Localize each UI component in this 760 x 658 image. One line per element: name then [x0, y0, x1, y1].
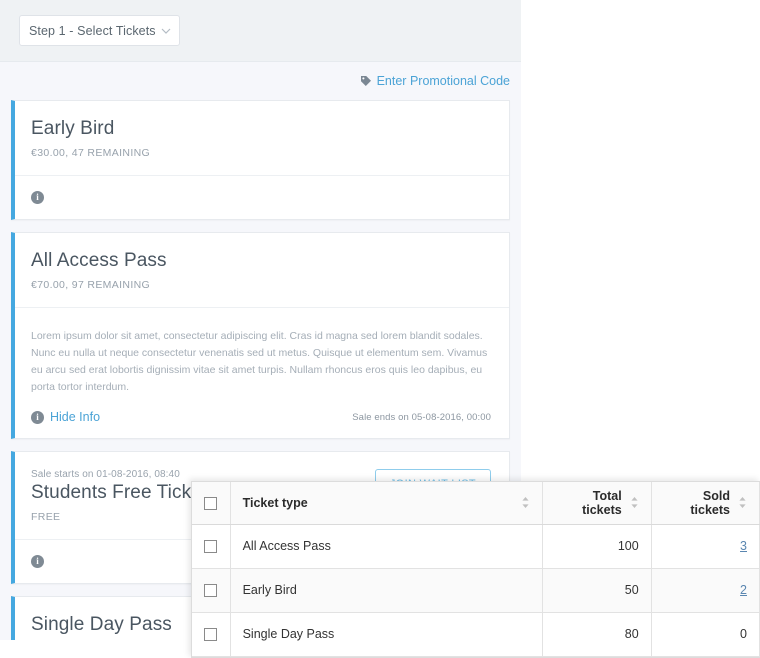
table-row[interactable]: Early Bird 50 2: [192, 568, 760, 613]
table-row[interactable]: Single Day Pass 80 0: [192, 612, 760, 657]
ticket-description-text: Lorem ipsum dolor sit amet, consectetur …: [31, 330, 488, 393]
ticket-title: Early Bird: [31, 118, 115, 139]
cell-ticket-type: Single Day Pass: [230, 612, 544, 657]
column-header-total-tickets[interactable]: Total tickets: [542, 482, 652, 525]
ticket-card-header: Early Bird €30.00, 47 REMAINING: [15, 101, 509, 175]
table-body: All Access Pass 100 3 Early Bird 50 2 Si…: [192, 524, 760, 657]
step-select-value: Step 1 - Select Tickets: [29, 23, 156, 38]
sort-updown-icon[interactable]: [738, 496, 747, 509]
row-checkbox[interactable]: [204, 584, 218, 598]
hide-info-label: Hide Info: [50, 410, 101, 424]
sort-updown-icon[interactable]: [630, 496, 639, 509]
ticket-description-panel: Lorem ipsum dolor sit amet, consectetur …: [15, 307, 509, 438]
row-select-cell: [192, 612, 231, 657]
cell-ticket-type: All Access Pass: [230, 524, 544, 569]
row-select-cell: [192, 568, 231, 613]
info-icon[interactable]: i: [31, 555, 44, 568]
table-row[interactable]: All Access Pass 100 3: [192, 524, 760, 569]
step-bar: Step 1 - Select Tickets: [0, 0, 521, 62]
ticket-card[interactable]: Early Bird €30.00, 47 REMAINING i: [11, 100, 510, 220]
ticket-price: €70.00, 97 REMAINING: [31, 279, 151, 291]
row-checkbox[interactable]: [204, 540, 218, 554]
tag-icon: [360, 75, 372, 87]
promo-row: Enter Promotional Code: [0, 62, 521, 100]
select-all-header-cell: [192, 482, 231, 525]
ticket-card-header: All Access Pass €70.00, 97 REMAINING: [15, 233, 509, 307]
info-icon: i: [31, 410, 44, 424]
ticket-price: €30.00, 47 REMAINING: [31, 147, 151, 159]
enter-promotional-code-link[interactable]: Enter Promotional Code: [360, 74, 510, 88]
select-all-checkbox[interactable]: [204, 496, 218, 510]
cell-ticket-type: Early Bird: [230, 568, 544, 613]
column-header-label: Ticket type: [242, 495, 308, 510]
cell-sold-tickets: 3: [651, 524, 760, 569]
ticket-types-table: Ticket type Total tickets Sold tickets A…: [192, 482, 760, 657]
ticket-types-table-panel: Ticket type Total tickets Sold tickets A…: [191, 481, 760, 658]
hide-info-link[interactable]: i Hide Info: [31, 410, 100, 424]
cell-total-tickets: 80: [542, 612, 652, 657]
cell-sold-tickets: 2: [651, 568, 760, 613]
ticket-card[interactable]: All Access Pass €70.00, 97 REMAINING Lor…: [11, 232, 510, 439]
cell-total-tickets: 100: [542, 524, 652, 569]
ticket-title: All Access Pass: [31, 250, 167, 271]
step-select-dropdown[interactable]: Step 1 - Select Tickets: [19, 15, 180, 46]
chevron-down-icon: [161, 26, 171, 35]
column-header-ticket-type[interactable]: Ticket type: [230, 482, 544, 525]
ticket-description-footer: i Hide Info Sale ends on 05-08-2016, 00:…: [31, 410, 491, 424]
cell-total-tickets: 50: [542, 568, 652, 613]
sold-tickets-link[interactable]: 2: [740, 583, 747, 597]
table-header-row: Ticket type Total tickets Sold tickets: [192, 482, 760, 525]
cell-sold-tickets: 0: [651, 612, 760, 657]
ticket-card-footer: i: [15, 175, 509, 219]
sold-tickets-link[interactable]: 3: [740, 539, 747, 553]
column-header-label: Total tickets: [582, 488, 622, 517]
table-head: Ticket type Total tickets Sold tickets: [192, 482, 760, 525]
sort-updown-icon[interactable]: [521, 496, 530, 509]
column-header-sold-tickets[interactable]: Sold tickets: [651, 482, 760, 525]
promo-link-label: Enter Promotional Code: [376, 74, 510, 88]
info-icon[interactable]: i: [31, 191, 44, 204]
sale-ends-text: Sale ends on 05-08-2016, 00:00: [352, 411, 491, 423]
row-checkbox[interactable]: [204, 628, 218, 642]
column-header-label: Sold tickets: [690, 488, 730, 517]
row-select-cell: [192, 524, 231, 569]
